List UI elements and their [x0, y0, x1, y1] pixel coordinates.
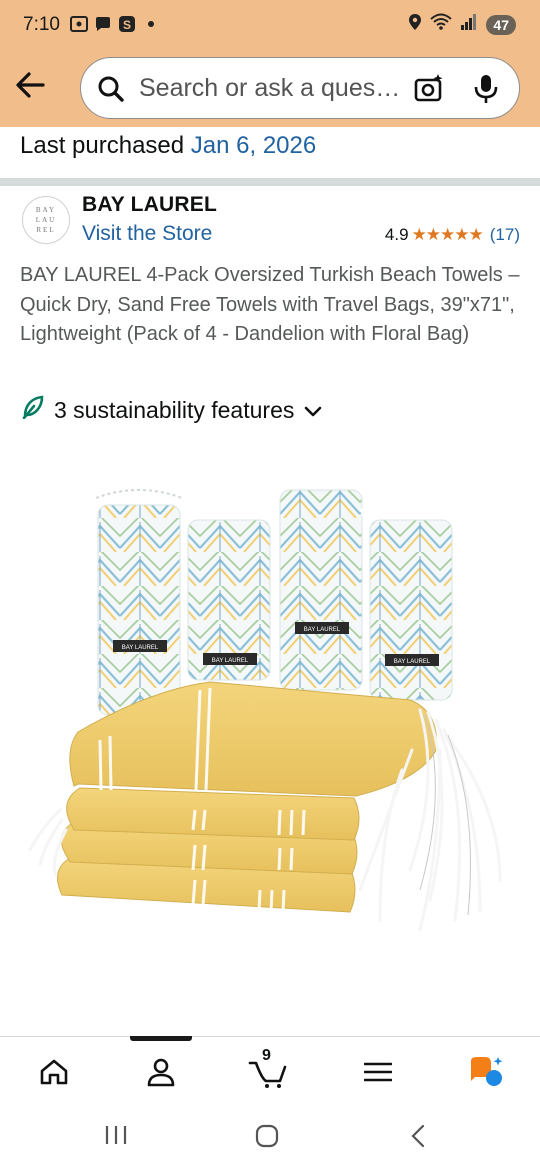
dot-icon — [142, 15, 160, 33]
home-icon — [40, 1059, 68, 1085]
last-purchased-label: Last purchased — [20, 132, 185, 159]
leaf-icon — [22, 395, 44, 425]
product-title: BAY LAUREL 4-Pack Oversized Turkish Beac… — [20, 264, 520, 345]
arrow-left-icon — [16, 72, 45, 98]
search-icon — [97, 75, 125, 108]
bag-group: BAY LAUREL BAY LAUREL BAY LAUREL BAY LAU… — [89, 469, 463, 716]
tab-menu[interactable] — [358, 1053, 398, 1091]
last-purchased-date[interactable]: Jan 6, 2026 — [191, 132, 316, 159]
search-bar[interactable]: Search or ask a ques… — [80, 57, 520, 119]
brand-name: BAY LAUREL — [82, 193, 218, 216]
rating-value: 4.9 — [384, 225, 409, 244]
sustainability-features[interactable]: 3 sustainability features — [22, 395, 322, 425]
tab-rufus[interactable] — [466, 1053, 506, 1091]
review-count[interactable]: (17) — [490, 225, 520, 245]
screenshot-icon — [70, 15, 88, 33]
home-button[interactable] — [255, 1124, 279, 1153]
recents-icon — [105, 1126, 127, 1144]
svg-text:BAY: BAY — [36, 206, 56, 214]
app-s-icon: S — [118, 15, 136, 33]
svg-text:LAU: LAU — [36, 216, 56, 224]
status-bar: 7:10 S 47 — [0, 0, 540, 50]
brand-logo-mark: BAY LAU REL — [36, 206, 56, 234]
system-back-icon — [411, 1124, 425, 1148]
brand-logo[interactable]: BAY LAU REL — [22, 196, 70, 244]
signal-icon — [460, 13, 478, 36]
back-button[interactable] — [14, 70, 50, 104]
product-image[interactable]: BAY LAUREL BAY LAUREL BAY LAUREL BAY LAU… — [0, 450, 540, 1010]
svg-text:BAY LAUREL: BAY LAUREL — [394, 659, 431, 665]
svg-text:BAY LAUREL: BAY LAUREL — [212, 658, 249, 664]
tab-cart[interactable]: 9 — [248, 1047, 288, 1091]
microphone-icon[interactable] — [473, 73, 499, 110]
recent-apps-button[interactable] — [104, 1124, 128, 1151]
last-purchased: Last purchased Jan 6, 2026 — [20, 132, 316, 160]
system-home-icon — [255, 1124, 279, 1148]
rufus-icon — [471, 1057, 503, 1086]
chat-icon — [94, 15, 112, 33]
status-time: 7:10 — [23, 14, 60, 35]
system-back-button[interactable] — [408, 1124, 428, 1153]
battery-indicator: 47 — [486, 14, 516, 35]
towel-stack — [28, 681, 502, 932]
svg-text:BAY LAUREL: BAY LAUREL — [122, 645, 159, 651]
bottom-tab-bar: 9 — [0, 1036, 540, 1105]
svg-text:REL: REL — [36, 226, 55, 234]
system-navigation-bar — [0, 1104, 540, 1170]
cart-count: 9 — [262, 1047, 271, 1064]
section-divider — [0, 178, 540, 186]
active-tab-indicator — [130, 1036, 192, 1041]
svg-text:BAY LAUREL: BAY LAUREL — [304, 627, 341, 633]
svg-text:S: S — [123, 18, 131, 32]
app-header: 7:10 S 47 Search or ask a ques… — [0, 0, 540, 127]
camera-search-icon[interactable] — [413, 73, 445, 110]
search-input[interactable]: Search or ask a ques… — [139, 74, 400, 103]
tab-home[interactable] — [34, 1053, 74, 1091]
star-rating-icon: ★★★★★ — [411, 225, 484, 244]
menu-icon — [364, 1062, 392, 1082]
sustainability-label: 3 sustainability features — [54, 396, 295, 423]
account-icon — [147, 1058, 175, 1087]
visit-store-link[interactable]: Visit the Store — [82, 222, 212, 246]
location-icon — [408, 13, 422, 36]
tab-account[interactable] — [141, 1053, 181, 1091]
chevron-down-icon — [304, 397, 322, 424]
product-photo: BAY LAUREL BAY LAUREL BAY LAUREL BAY LAU… — [28, 469, 502, 932]
store-rating[interactable]: 4.9 ★★★★★ (17) — [385, 225, 520, 245]
wifi-icon — [430, 13, 453, 36]
